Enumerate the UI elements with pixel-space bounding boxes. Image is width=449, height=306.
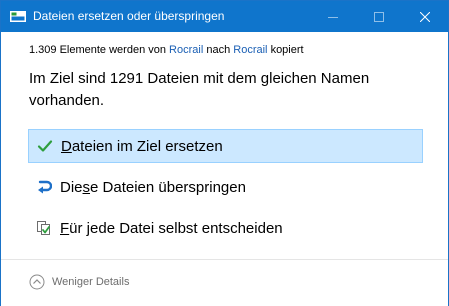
copy-middle-text: nach [206,44,231,56]
decide-each-file-hotkey: F [60,219,70,237]
skip-files-label: Diese Dateien überspringen [60,179,246,196]
decide-files-icon [37,221,50,235]
copy-count-text: 1.309 Elemente werden von [29,44,166,56]
less-details-button[interactable]: Weniger Details [29,274,129,290]
close-button[interactable] [402,1,448,32]
checkmark-icon [37,140,53,152]
close-icon [420,11,430,22]
less-details-label: Weniger Details [52,276,130,288]
copy-suffix-text: kopiert [270,44,304,56]
replace-files-label-rest: ateien im Ziel ersetzen [71,137,223,155]
replace-files-option[interactable]: Dateien im Ziel ersetzen [28,129,423,163]
skip-files-option[interactable]: Diese Dateien überspringen [28,170,423,204]
minimize-icon [328,16,338,18]
maximize-button[interactable] [356,1,402,32]
decide-each-file-label-rest: ür jede Datei selbst entscheiden [69,219,283,237]
chevron-up-circle-icon [29,274,45,290]
replace-files-hotkey: D [61,137,72,155]
decide-each-file-option[interactable]: Für jede Datei selbst entscheiden [28,211,423,245]
replace-files-label: Dateien im Ziel ersetzen [61,138,223,155]
source-folder-link[interactable]: Rocrail [169,44,203,56]
maximize-icon [374,11,384,22]
window-title: Dateien ersetzen oder überspringen [33,9,225,23]
decide-each-file-label: Für jede Datei selbst entscheiden [60,220,283,237]
copy-status-line: 1.309 Elemente werden von Rocrail nach R… [29,43,304,57]
skip-files-hotkey: s [82,178,91,196]
minimize-button[interactable] [310,1,356,32]
dialog-window: Dateien ersetzen oder überspringen 1.309… [0,0,449,306]
dialog-footer: Weniger Details [1,259,448,306]
skip-files-label-before: Die [60,178,83,196]
destination-folder-link[interactable]: Rocrail [233,44,267,56]
title-bar[interactable]: Dateien ersetzen oder überspringen [1,1,448,32]
conflict-heading: Im Ziel sind 1291 Dateien mit dem gleich… [29,70,370,109]
skip-arrow-icon [38,180,52,194]
explorer-app-icon [10,11,26,22]
skip-files-label-after: e Dateien überspringen [90,178,246,196]
